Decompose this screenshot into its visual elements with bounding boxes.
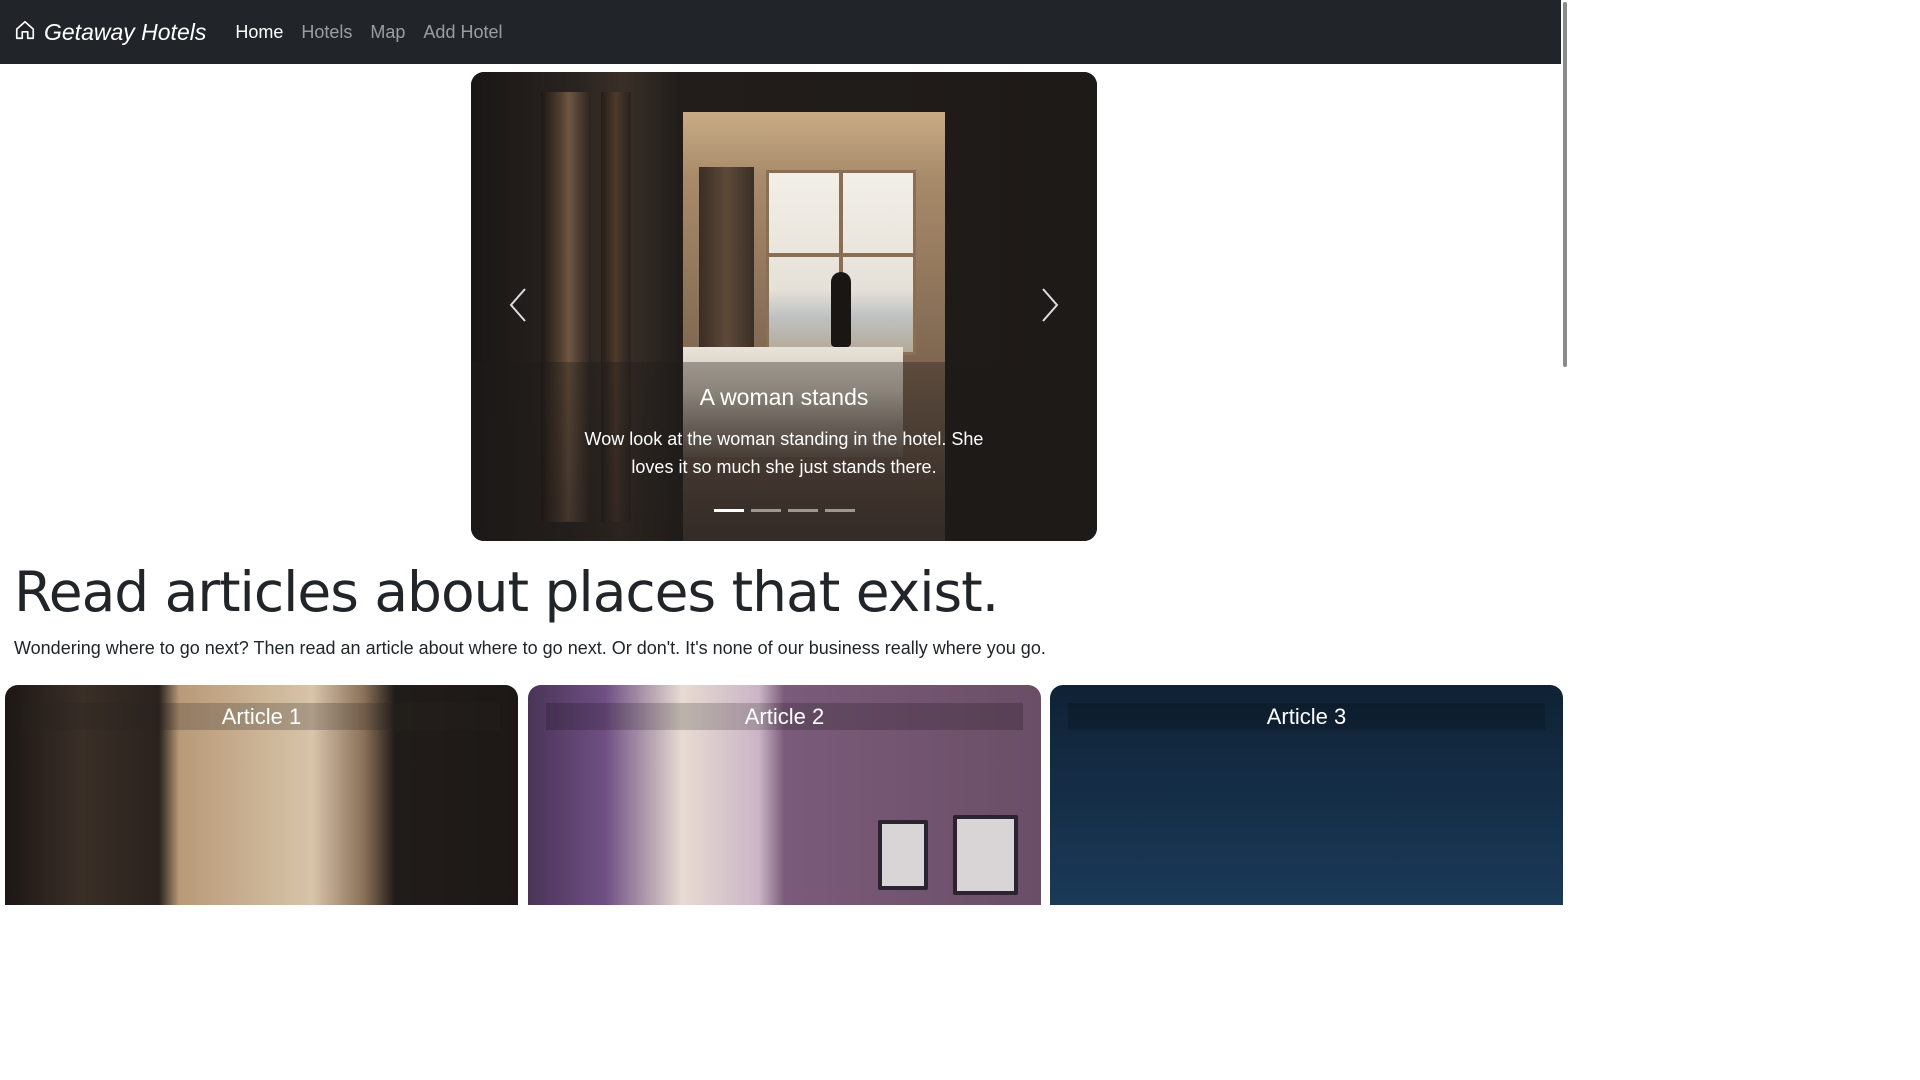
nav-link-home[interactable]: Home — [226, 22, 292, 43]
brand-link[interactable]: Getaway Hotels — [14, 19, 206, 46]
article-card-3[interactable]: Article 3 — [1050, 685, 1563, 905]
article-card-header: Article 1 — [23, 703, 500, 730]
article-card-header: Article 3 — [1068, 703, 1545, 730]
page-title: Read articles about places that exist. — [14, 560, 999, 624]
nav-link-add-hotel[interactable]: Add Hotel — [414, 22, 511, 43]
carousel-caption: A woman stands Wow look at the woman sta… — [563, 384, 1005, 481]
article-card-1[interactable]: Article 1 — [5, 685, 518, 905]
carousel-indicator-1[interactable] — [713, 509, 744, 512]
carousel-indicator-4[interactable] — [824, 509, 855, 512]
carousel-prev-button[interactable] — [498, 282, 538, 332]
article-card-2[interactable]: Article 2 — [528, 685, 1041, 905]
scrollbar-thumb[interactable] — [1563, 2, 1567, 367]
caption-text: Wow look at the woman standing in the ho… — [584, 429, 984, 477]
article-title: Article 3 — [1266, 703, 1347, 729]
nav-link-map[interactable]: Map — [361, 22, 414, 43]
chevron-left-icon — [507, 287, 529, 328]
article-title: Article 2 — [744, 703, 825, 729]
house-icon — [14, 19, 36, 46]
carousel-next-button[interactable] — [1030, 282, 1070, 332]
caption-title: A woman stands — [699, 384, 869, 410]
chevron-right-icon — [1039, 287, 1061, 328]
card-decor — [878, 820, 928, 890]
carousel-indicators — [471, 509, 1097, 512]
carousel-indicator-2[interactable] — [750, 509, 781, 512]
article-title: Article 1 — [221, 703, 302, 729]
navbar: Getaway Hotels Home Hotels Map Add Hotel — [0, 0, 1568, 64]
brand-name: Getaway Hotels — [44, 18, 207, 45]
slide-decor — [831, 272, 851, 347]
nav-link-hotels[interactable]: Hotels — [292, 22, 361, 43]
article-card-header: Article 2 — [546, 703, 1023, 730]
card-decor — [953, 815, 1018, 895]
carousel-indicator-3[interactable] — [787, 509, 818, 512]
hero-carousel: A woman stands Wow look at the woman sta… — [471, 72, 1097, 541]
page-subtitle: Wondering where to go next? Then read an… — [14, 638, 1046, 658]
